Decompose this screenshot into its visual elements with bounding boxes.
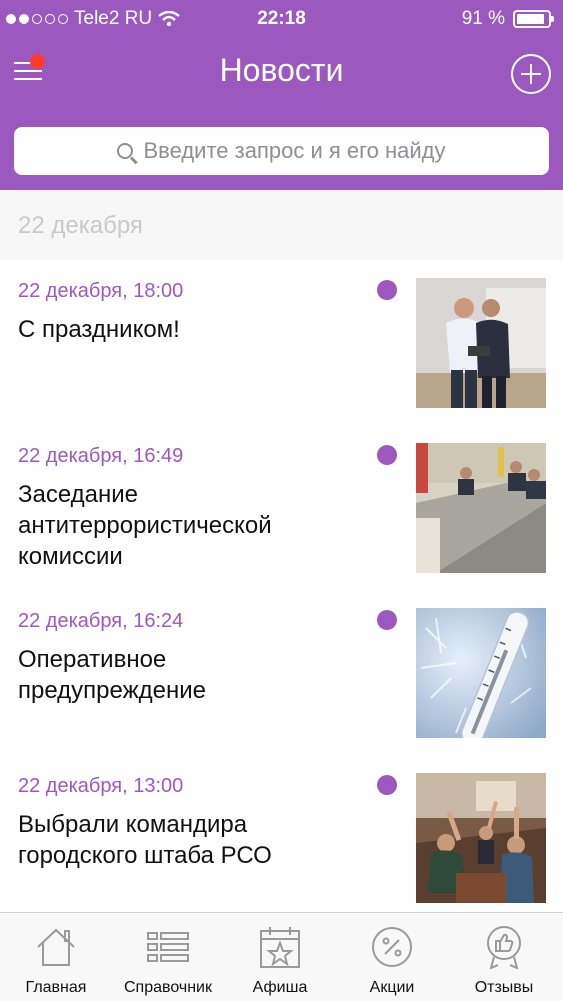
unread-indicator xyxy=(377,445,397,465)
battery-icon xyxy=(513,10,554,28)
news-date: 22 декабря, 16:24 xyxy=(18,610,184,632)
house-icon xyxy=(37,928,75,966)
news-title: Заседание антитеррористической комиссии xyxy=(18,481,272,570)
news-thumbnail xyxy=(416,278,546,408)
search-input[interactable]: Введите запрос и я его найду xyxy=(14,127,549,175)
news-date: 22 декабря, 13:00 xyxy=(18,775,184,797)
news-item[interactable]: 22 декабря, 13:00 Выбрали командира горо… xyxy=(0,755,563,921)
news-title: С праздником! xyxy=(18,316,180,343)
battery-percent: 91 % xyxy=(461,8,505,29)
tab-label: Главная xyxy=(25,979,87,996)
unread-indicator xyxy=(377,280,397,300)
tab-bar: Главная Справочник Афиша Акции Отзывы xyxy=(0,912,563,1001)
tab-label: Акции xyxy=(369,979,415,996)
tab-events[interactable]: Афиша xyxy=(224,913,336,1001)
battery-status: 91 % xyxy=(461,8,554,30)
calendar-star-icon xyxy=(260,927,300,968)
nav-bar: Новости xyxy=(0,44,563,104)
add-button[interactable] xyxy=(511,54,551,94)
unread-indicator xyxy=(377,775,397,795)
news-title: Оперативное предупреждение xyxy=(18,646,207,704)
tab-label: Справочник xyxy=(124,979,212,996)
percent-icon xyxy=(372,927,412,967)
news-thumbnail xyxy=(416,608,546,738)
news-date: 22 декабря, 18:00 xyxy=(18,280,184,302)
news-date: 22 декабря, 16:49 xyxy=(18,445,184,467)
section-date: 22 декабря xyxy=(18,212,143,239)
tab-label: Отзывы xyxy=(474,979,534,996)
tab-reviews[interactable]: Отзывы xyxy=(448,913,560,1001)
tab-directory[interactable]: Справочник xyxy=(112,913,224,1001)
search-icon xyxy=(117,143,134,159)
tab-label: Афиша xyxy=(252,979,308,996)
news-thumbnail xyxy=(416,773,546,903)
list-icon xyxy=(147,932,189,962)
tab-home[interactable]: Главная xyxy=(0,913,112,1001)
status-bar: Tele2 RU 22:18 91 % xyxy=(0,8,563,32)
section-date-header: 22 декабря xyxy=(0,190,563,260)
app-header: Tele2 RU 22:18 91 % Новости Введите запр… xyxy=(0,0,563,190)
thumbs-up-badge-icon xyxy=(487,926,521,969)
search-placeholder: Введите запрос и я его найду xyxy=(143,138,446,163)
page-title: Новости xyxy=(219,52,344,88)
news-item[interactable]: 22 декабря, 16:49 Заседание антитеррорис… xyxy=(0,425,563,591)
news-title: Выбрали командира городского штаба РСО xyxy=(18,811,272,869)
news-item[interactable]: 22 декабря, 18:00 С праздником! xyxy=(0,260,563,426)
news-item[interactable]: 22 декабря, 16:24 Оперативное предупрежд… xyxy=(0,590,563,756)
tab-promotions[interactable]: Акции xyxy=(336,913,448,1001)
unread-indicator xyxy=(377,610,397,630)
news-thumbnail xyxy=(416,443,546,573)
